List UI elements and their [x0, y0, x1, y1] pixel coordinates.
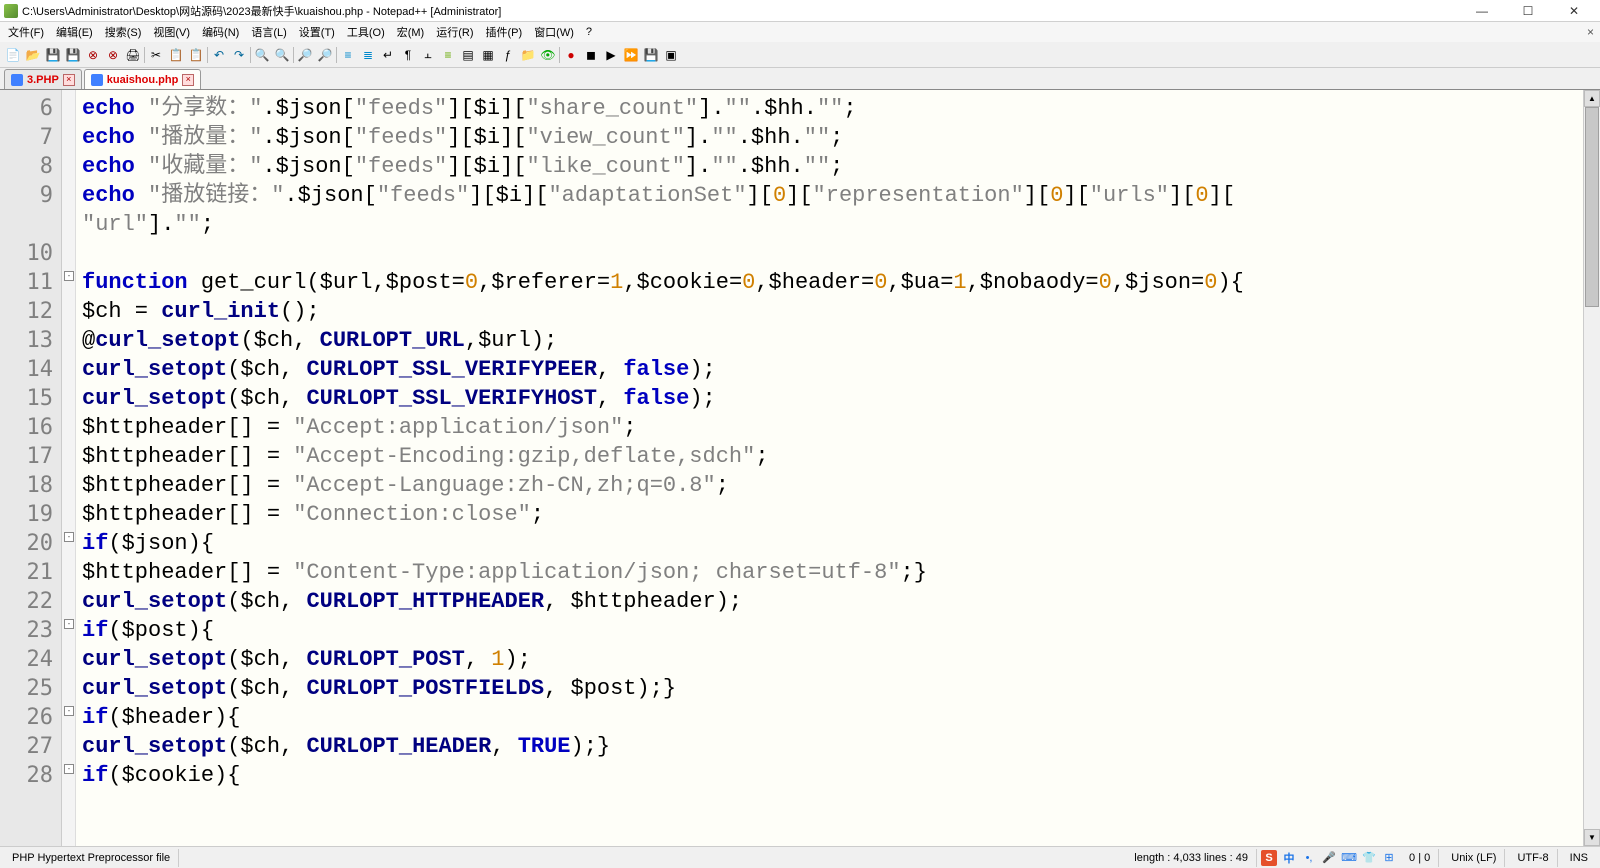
open-file-icon[interactable]: 📂	[24, 46, 42, 64]
play-multi-icon[interactable]: ⏩	[622, 46, 640, 64]
vertical-scrollbar[interactable]: ▲ ▼	[1583, 90, 1600, 846]
fold-box-icon[interactable]: -	[64, 619, 74, 629]
window-title: C:\Users\Administrator\Desktop\网站源码\2023…	[22, 3, 1468, 19]
tab-close-icon[interactable]: ×	[63, 74, 75, 86]
status-length: length : 4,033 lines : 49	[1126, 849, 1257, 867]
titlebar: C:\Users\Administrator\Desktop\网站源码\2023…	[0, 0, 1600, 22]
toolbar-misc-icon[interactable]: ▣	[662, 46, 680, 64]
scroll-thumb[interactable]	[1585, 107, 1599, 307]
show-all-chars-icon[interactable]: ¶	[399, 46, 417, 64]
zoom-out-icon[interactable]: 🔎	[316, 46, 334, 64]
save-all-icon[interactable]: 💾	[64, 46, 82, 64]
copy-icon[interactable]: 📋	[167, 46, 185, 64]
status-pos: 0 | 0	[1401, 849, 1439, 867]
tab-file-icon	[11, 74, 23, 86]
editor[interactable]: 6 7 8 9 10 11 12 13 14 15 16 17 18 19 20…	[0, 90, 1600, 846]
fold-box-icon[interactable]: -	[64, 271, 74, 281]
close-button[interactable]: ✕	[1560, 2, 1588, 20]
statusbar: PHP Hypertext Preprocessor file length :…	[0, 846, 1600, 868]
maximize-button[interactable]: ☐	[1514, 2, 1542, 20]
toolbox-icon[interactable]: ⊞	[1381, 850, 1397, 866]
menubar: 文件(F) 编辑(E) 搜索(S) 视图(V) 编码(N) 语言(L) 设置(T…	[0, 22, 1600, 42]
menu-run[interactable]: 运行(R)	[432, 23, 477, 41]
zoom-in-icon[interactable]: 🔎	[296, 46, 314, 64]
menu-encoding[interactable]: 编码(N)	[198, 23, 243, 41]
menu-plugins[interactable]: 插件(P)	[482, 23, 527, 41]
tab-file-icon	[91, 74, 103, 86]
sogou-icon[interactable]: S	[1261, 850, 1277, 866]
cn-icon[interactable]: 中	[1281, 850, 1297, 866]
tabbar: 3.PHP × kuaishou.php ×	[0, 68, 1600, 90]
folder-icon[interactable]: 📁	[519, 46, 537, 64]
menu-help[interactable]: ?	[582, 25, 596, 39]
monitor-icon[interactable]: 👁	[539, 46, 557, 64]
doc-map-icon[interactable]: ▤	[459, 46, 477, 64]
new-file-icon[interactable]: 📄	[4, 46, 22, 64]
status-eol[interactable]: Unix (LF)	[1443, 849, 1505, 867]
tab-close-icon[interactable]: ×	[182, 74, 194, 86]
tab-label: kuaishou.php	[107, 74, 179, 86]
save-macro-icon[interactable]: 💾	[642, 46, 660, 64]
code-area[interactable]: echo "分享数：".$json["feeds"][$i]["share_co…	[76, 90, 1583, 846]
minimize-button[interactable]: —	[1468, 2, 1496, 20]
menu-tools[interactable]: 工具(O)	[343, 23, 389, 41]
fold-box-icon[interactable]: -	[64, 764, 74, 774]
print-icon[interactable]: 🖨	[124, 46, 142, 64]
tab-kuaishou[interactable]: kuaishou.php ×	[84, 69, 202, 89]
menu-macro[interactable]: 宏(M)	[393, 23, 429, 41]
replace-icon[interactable]: 🔍	[273, 46, 291, 64]
ime-tray: S 中 •, 🎤 ⌨ 👕 ⊞	[1261, 850, 1397, 866]
skin-icon[interactable]: 👕	[1361, 850, 1377, 866]
doc-list-icon[interactable]: ▦	[479, 46, 497, 64]
lang-icon[interactable]: ≡	[439, 46, 457, 64]
sync-h-icon[interactable]: ≣	[359, 46, 377, 64]
menu-settings[interactable]: 设置(T)	[295, 23, 339, 41]
scroll-up-icon[interactable]: ▲	[1584, 90, 1600, 107]
line-number-gutter: 6 7 8 9 10 11 12 13 14 15 16 17 18 19 20…	[0, 90, 62, 846]
undo-icon[interactable]: ↶	[210, 46, 228, 64]
indent-guide-icon[interactable]: ⫠	[419, 46, 437, 64]
keyboard-icon[interactable]: ⌨	[1341, 850, 1357, 866]
menu-search[interactable]: 搜索(S)	[101, 23, 146, 41]
fold-gutter[interactable]: - - - - -	[62, 90, 76, 846]
status-ins[interactable]: INS	[1562, 849, 1596, 867]
fold-box-icon[interactable]: -	[64, 532, 74, 542]
menu-edit[interactable]: 编辑(E)	[52, 23, 97, 41]
paste-icon[interactable]: 📋	[187, 46, 205, 64]
punct-icon[interactable]: •,	[1301, 850, 1317, 866]
status-filetype: PHP Hypertext Preprocessor file	[4, 849, 179, 867]
close-file-icon[interactable]: ⊗	[84, 46, 102, 64]
record-macro-icon[interactable]: ●	[562, 46, 580, 64]
app-icon	[4, 4, 18, 18]
find-icon[interactable]: 🔍	[253, 46, 271, 64]
menu-window[interactable]: 窗口(W)	[530, 23, 578, 41]
play-macro-icon[interactable]: ▶	[602, 46, 620, 64]
menubar-close-icon[interactable]: ×	[1587, 25, 1594, 39]
menu-view[interactable]: 视图(V)	[149, 23, 194, 41]
scroll-down-icon[interactable]: ▼	[1584, 829, 1600, 846]
stop-macro-icon[interactable]: ◼	[582, 46, 600, 64]
save-icon[interactable]: 💾	[44, 46, 62, 64]
cut-icon[interactable]: ✂	[147, 46, 165, 64]
sync-v-icon[interactable]: ≡	[339, 46, 357, 64]
menu-language[interactable]: 语言(L)	[247, 23, 290, 41]
close-all-icon[interactable]: ⊗	[104, 46, 122, 64]
wordwrap-icon[interactable]: ↵	[379, 46, 397, 64]
menu-file[interactable]: 文件(F)	[4, 23, 48, 41]
fold-box-icon[interactable]: -	[64, 706, 74, 716]
redo-icon[interactable]: ↷	[230, 46, 248, 64]
mic-icon[interactable]: 🎤	[1321, 850, 1337, 866]
toolbar: 📄 📂 💾 💾 ⊗ ⊗ 🖨 ✂ 📋 📋 ↶ ↷ 🔍 🔍 🔎 🔎 ≡ ≣ ↵ ¶ …	[0, 42, 1600, 68]
status-encoding[interactable]: UTF-8	[1509, 849, 1557, 867]
function-list-icon[interactable]: ƒ	[499, 46, 517, 64]
tab-3php[interactable]: 3.PHP ×	[4, 69, 82, 89]
tab-label: 3.PHP	[27, 74, 59, 86]
